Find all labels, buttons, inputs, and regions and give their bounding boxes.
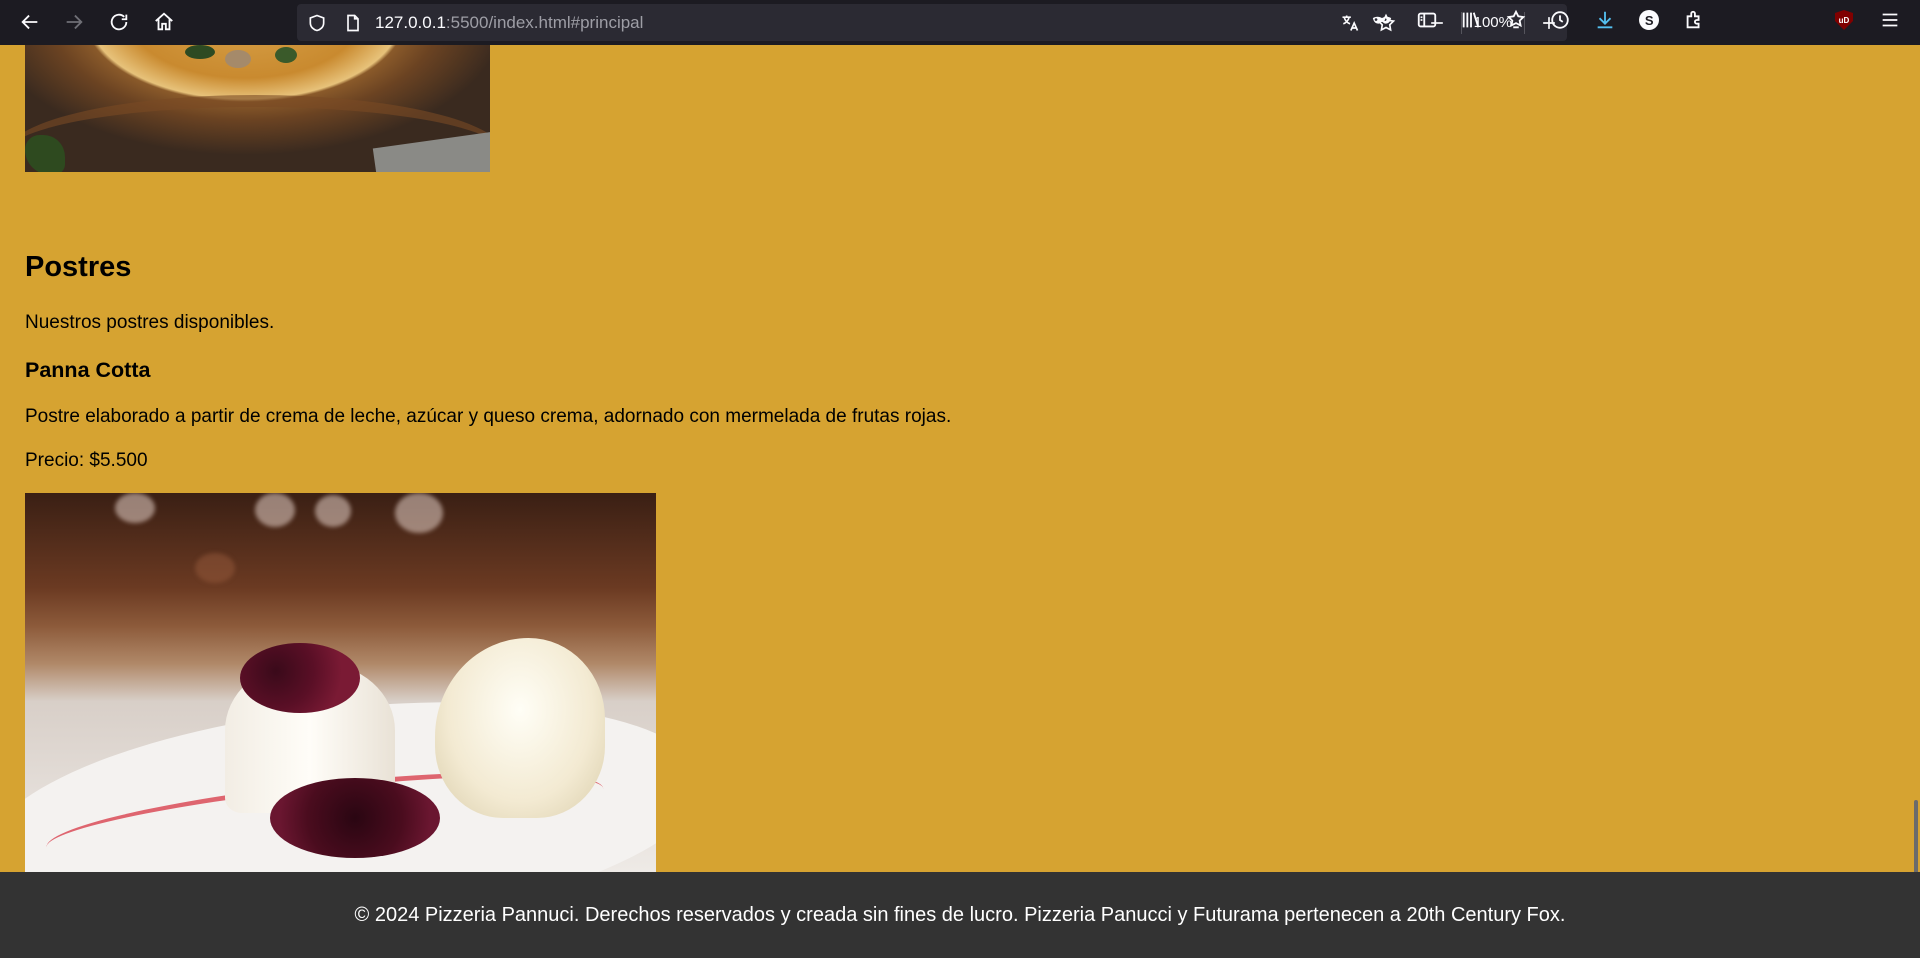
pocket-icon: [1506, 9, 1526, 29]
mushroom-shape: [225, 50, 251, 68]
tracking-shield-button[interactable]: [299, 5, 335, 41]
menu-button[interactable]: [1868, 0, 1912, 40]
bokeh-shape: [115, 493, 155, 523]
panna-cotta-image: [25, 493, 656, 872]
ublock-icon: uD: [1835, 10, 1853, 30]
bokeh-shape: [315, 495, 351, 527]
whipped-cream-shape: [435, 638, 605, 818]
arrow-right-icon: [66, 14, 83, 30]
sidebar-button[interactable]: [1405, 0, 1450, 40]
berry-pile-shape: [270, 778, 440, 858]
spinach-shape: [275, 47, 297, 63]
back-button[interactable]: [8, 2, 52, 42]
url-host: 127.0.0.1: [375, 12, 446, 32]
library-icon: [1463, 12, 1480, 28]
reload-icon: [110, 13, 128, 31]
private-browsing-button[interactable]: [1360, 0, 1405, 40]
browser-toolbar: 127.0.0.1:5500/index.html#principal 100%: [0, 0, 1920, 45]
pocket-button[interactable]: [1494, 0, 1539, 40]
dessert-name: Panna Cotta: [25, 358, 151, 382]
arrow-left-icon: [21, 14, 38, 30]
translate-icon: [1342, 15, 1358, 31]
scrollbar-thumb[interactable]: [1914, 800, 1918, 872]
hamburger-menu-icon: [1882, 13, 1898, 27]
sidebar-icon: [1417, 12, 1436, 28]
bokeh-shape: [255, 493, 295, 527]
bokeh-shape: [195, 553, 235, 583]
s-account-icon: S: [1639, 10, 1660, 30]
download-icon: [1597, 11, 1613, 29]
ublock-button[interactable]: uD: [1822, 0, 1866, 40]
section-description: Nuestros postres disponibles.: [25, 312, 275, 333]
extensions-button[interactable]: [1672, 0, 1717, 40]
page-footer: © 2024 Pizzeria Pannuci. Derechos reserv…: [0, 872, 1920, 958]
pizza-image: [25, 45, 490, 172]
berry-topping-shape: [240, 643, 360, 713]
spinach-shape: [185, 45, 215, 59]
tracking-shield-icon: [309, 14, 325, 31]
footer-text: © 2024 Pizzeria Pannuci. Derechos reserv…: [354, 903, 1566, 926]
url-text[interactable]: 127.0.0.1:5500/index.html#principal: [375, 13, 643, 33]
downloads-button[interactable]: [1583, 0, 1628, 40]
toolbar-right-icons: S: [1360, 0, 1716, 40]
account-button[interactable]: S: [1627, 0, 1672, 40]
dessert-description: Postre elaborado a partir de crema de le…: [25, 406, 952, 427]
forward-button[interactable]: [52, 2, 96, 42]
bokeh-shape: [395, 493, 443, 533]
library-button[interactable]: [1449, 0, 1494, 40]
dessert-price: Precio: $5.500: [25, 450, 148, 471]
url-path: :5500/index.html#principal: [445, 12, 644, 32]
clock-icon: [1551, 11, 1569, 29]
page-content: Postres Nuestros postres disponibles. Pa…: [0, 45, 1920, 872]
page-info-button[interactable]: [335, 5, 371, 41]
section-title: Postres: [25, 251, 132, 283]
page-icon: [347, 14, 359, 31]
extensions-icon: [1686, 10, 1700, 29]
home-button[interactable]: [142, 2, 186, 42]
reload-button[interactable]: [97, 2, 141, 42]
home-icon: [155, 12, 173, 31]
mask-icon: [1373, 16, 1392, 24]
history-button[interactable]: [1538, 0, 1583, 40]
